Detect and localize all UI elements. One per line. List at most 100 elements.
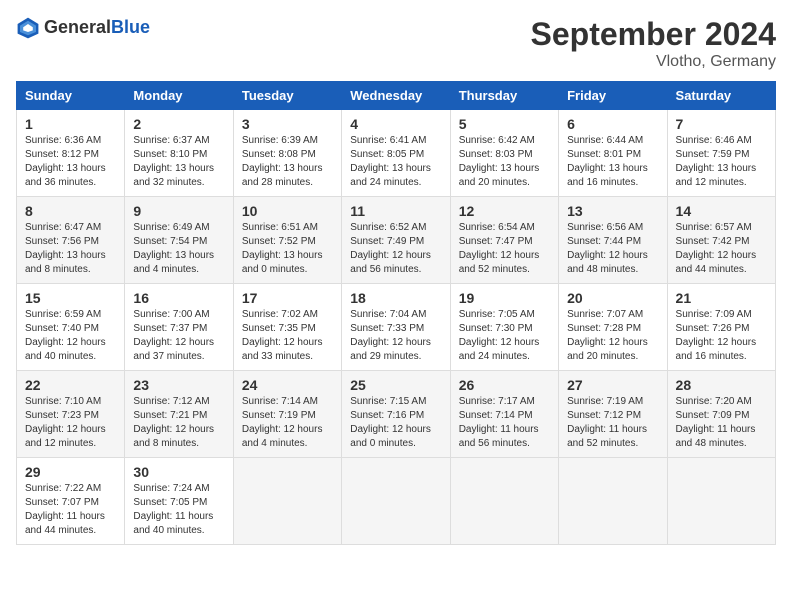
page-header: GeneralBlue September 2024 Vlotho, Germa…	[16, 16, 776, 71]
calendar-cell: 27 Sunrise: 7:19 AM Sunset: 7:12 PM Dayli…	[559, 371, 667, 458]
day-info: Sunrise: 6:54 AM Sunset: 7:47 PM Dayligh…	[459, 221, 550, 277]
calendar-week-4: 22Sunrise: 7:10 AM Sunset: 7:23 PM Dayli…	[17, 371, 776, 458]
day-info: Sunrise: 7:02 AM Sunset: 7:35 PM Dayligh…	[242, 308, 333, 364]
calendar-cell: 23 Sunrise: 7:12 AM Sunset: 7:21 PM Dayli…	[125, 371, 233, 458]
calendar-cell	[233, 458, 341, 545]
day-number: 2	[133, 116, 224, 132]
day-info: Sunrise: 7:05 AM Sunset: 7:30 PM Dayligh…	[459, 308, 550, 364]
column-header-wednesday: Wednesday	[342, 82, 450, 110]
calendar-cell: 28 Sunrise: 7:20 AM Sunset: 7:09 PM Dayli…	[667, 371, 775, 458]
day-number: 4	[350, 116, 441, 132]
calendar-cell: 19 Sunrise: 7:05 AM Sunset: 7:30 PM Dayli…	[450, 284, 558, 371]
calendar-week-5: 29Sunrise: 7:22 AM Sunset: 7:07 PM Dayli…	[17, 458, 776, 545]
day-number: 29	[25, 464, 116, 480]
day-info: Sunrise: 6:49 AM Sunset: 7:54 PM Dayligh…	[133, 221, 224, 277]
day-number: 28	[676, 377, 767, 393]
day-number: 5	[459, 116, 550, 132]
calendar-cell: 12 Sunrise: 6:54 AM Sunset: 7:47 PM Dayli…	[450, 197, 558, 284]
day-info: Sunrise: 6:42 AM Sunset: 8:03 PM Dayligh…	[459, 134, 550, 190]
day-info: Sunrise: 6:39 AM Sunset: 8:08 PM Dayligh…	[242, 134, 333, 190]
day-number: 25	[350, 377, 441, 393]
day-number: 7	[676, 116, 767, 132]
day-info: Sunrise: 6:57 AM Sunset: 7:42 PM Dayligh…	[676, 221, 767, 277]
day-info: Sunrise: 7:19 AM Sunset: 7:12 PM Dayligh…	[567, 395, 658, 451]
day-info: Sunrise: 7:17 AM Sunset: 7:14 PM Dayligh…	[459, 395, 550, 451]
location-title: Vlotho, Germany	[531, 53, 776, 71]
day-number: 20	[567, 290, 658, 306]
day-info: Sunrise: 6:41 AM Sunset: 8:05 PM Dayligh…	[350, 134, 441, 190]
calendar-cell: 14 Sunrise: 6:57 AM Sunset: 7:42 PM Dayli…	[667, 197, 775, 284]
calendar-cell: 11 Sunrise: 6:52 AM Sunset: 7:49 PM Dayli…	[342, 197, 450, 284]
day-number: 8	[25, 203, 116, 219]
calendar-cell	[450, 458, 558, 545]
calendar-cell: 1 Sunrise: 6:36 AM Sunset: 8:12 PM Daylig…	[17, 110, 125, 197]
day-number: 12	[459, 203, 550, 219]
logo: GeneralBlue	[16, 16, 150, 40]
calendar-cell: 26 Sunrise: 7:17 AM Sunset: 7:14 PM Dayli…	[450, 371, 558, 458]
calendar-week-1: 1 Sunrise: 6:36 AM Sunset: 8:12 PM Daylig…	[17, 110, 776, 197]
day-number: 26	[459, 377, 550, 393]
column-header-friday: Friday	[559, 82, 667, 110]
day-number: 27	[567, 377, 658, 393]
calendar-cell: 6Sunrise: 6:44 AM Sunset: 8:01 PM Daylig…	[559, 110, 667, 197]
day-number: 9	[133, 203, 224, 219]
day-number: 30	[133, 464, 224, 480]
calendar-week-2: 8 Sunrise: 6:47 AM Sunset: 7:56 PM Daylig…	[17, 197, 776, 284]
calendar-cell: 20Sunrise: 7:07 AM Sunset: 7:28 PM Dayli…	[559, 284, 667, 371]
day-number: 17	[242, 290, 333, 306]
day-info: Sunrise: 7:04 AM Sunset: 7:33 PM Dayligh…	[350, 308, 441, 364]
day-info: Sunrise: 7:24 AM Sunset: 7:05 PM Dayligh…	[133, 482, 224, 538]
calendar-body: 1 Sunrise: 6:36 AM Sunset: 8:12 PM Daylig…	[17, 110, 776, 545]
calendar-cell: 3 Sunrise: 6:39 AM Sunset: 8:08 PM Daylig…	[233, 110, 341, 197]
day-number: 15	[25, 290, 116, 306]
day-number: 16	[133, 290, 224, 306]
calendar-cell	[342, 458, 450, 545]
calendar-cell: 9 Sunrise: 6:49 AM Sunset: 7:54 PM Daylig…	[125, 197, 233, 284]
calendar-cell: 5 Sunrise: 6:42 AM Sunset: 8:03 PM Daylig…	[450, 110, 558, 197]
column-header-monday: Monday	[125, 82, 233, 110]
day-info: Sunrise: 7:00 AM Sunset: 7:37 PM Dayligh…	[133, 308, 224, 364]
column-header-saturday: Saturday	[667, 82, 775, 110]
day-info: Sunrise: 6:52 AM Sunset: 7:49 PM Dayligh…	[350, 221, 441, 277]
day-info: Sunrise: 6:46 AM Sunset: 7:59 PM Dayligh…	[676, 134, 767, 190]
day-number: 6	[567, 116, 658, 132]
day-info: Sunrise: 7:12 AM Sunset: 7:21 PM Dayligh…	[133, 395, 224, 451]
day-number: 21	[676, 290, 767, 306]
day-number: 22	[25, 377, 116, 393]
day-info: Sunrise: 6:51 AM Sunset: 7:52 PM Dayligh…	[242, 221, 333, 277]
calendar-cell: 30 Sunrise: 7:24 AM Sunset: 7:05 PM Dayli…	[125, 458, 233, 545]
calendar-cell: 22Sunrise: 7:10 AM Sunset: 7:23 PM Dayli…	[17, 371, 125, 458]
day-info: Sunrise: 6:56 AM Sunset: 7:44 PM Dayligh…	[567, 221, 658, 277]
day-info: Sunrise: 7:09 AM Sunset: 7:26 PM Dayligh…	[676, 308, 767, 364]
calendar-header-row: SundayMondayTuesdayWednesdayThursdayFrid…	[17, 82, 776, 110]
calendar-cell	[559, 458, 667, 545]
column-header-tuesday: Tuesday	[233, 82, 341, 110]
day-number: 19	[459, 290, 550, 306]
day-number: 13	[567, 203, 658, 219]
calendar-cell: 16 Sunrise: 7:00 AM Sunset: 7:37 PM Dayli…	[125, 284, 233, 371]
title-block: September 2024 Vlotho, Germany	[531, 16, 776, 71]
day-info: Sunrise: 6:36 AM Sunset: 8:12 PM Dayligh…	[25, 134, 116, 190]
day-number: 23	[133, 377, 224, 393]
day-number: 24	[242, 377, 333, 393]
calendar-cell: 18 Sunrise: 7:04 AM Sunset: 7:33 PM Dayli…	[342, 284, 450, 371]
day-number: 11	[350, 203, 441, 219]
day-number: 1	[25, 116, 116, 132]
month-title: September 2024	[531, 16, 776, 53]
day-info: Sunrise: 6:47 AM Sunset: 7:56 PM Dayligh…	[25, 221, 116, 277]
column-header-sunday: Sunday	[17, 82, 125, 110]
day-info: Sunrise: 7:20 AM Sunset: 7:09 PM Dayligh…	[676, 395, 767, 451]
calendar-table: SundayMondayTuesdayWednesdayThursdayFrid…	[16, 81, 776, 545]
calendar-cell: 24Sunrise: 7:14 AM Sunset: 7:19 PM Dayli…	[233, 371, 341, 458]
calendar-cell: 15 Sunrise: 6:59 AM Sunset: 7:40 PM Dayli…	[17, 284, 125, 371]
day-number: 14	[676, 203, 767, 219]
day-info: Sunrise: 6:59 AM Sunset: 7:40 PM Dayligh…	[25, 308, 116, 364]
day-number: 10	[242, 203, 333, 219]
logo-text-general: General	[44, 17, 111, 37]
calendar-cell: 25Sunrise: 7:15 AM Sunset: 7:16 PM Dayli…	[342, 371, 450, 458]
calendar-cell: 29Sunrise: 7:22 AM Sunset: 7:07 PM Dayli…	[17, 458, 125, 545]
day-number: 18	[350, 290, 441, 306]
day-number: 3	[242, 116, 333, 132]
calendar-cell: 4 Sunrise: 6:41 AM Sunset: 8:05 PM Daylig…	[342, 110, 450, 197]
column-header-thursday: Thursday	[450, 82, 558, 110]
